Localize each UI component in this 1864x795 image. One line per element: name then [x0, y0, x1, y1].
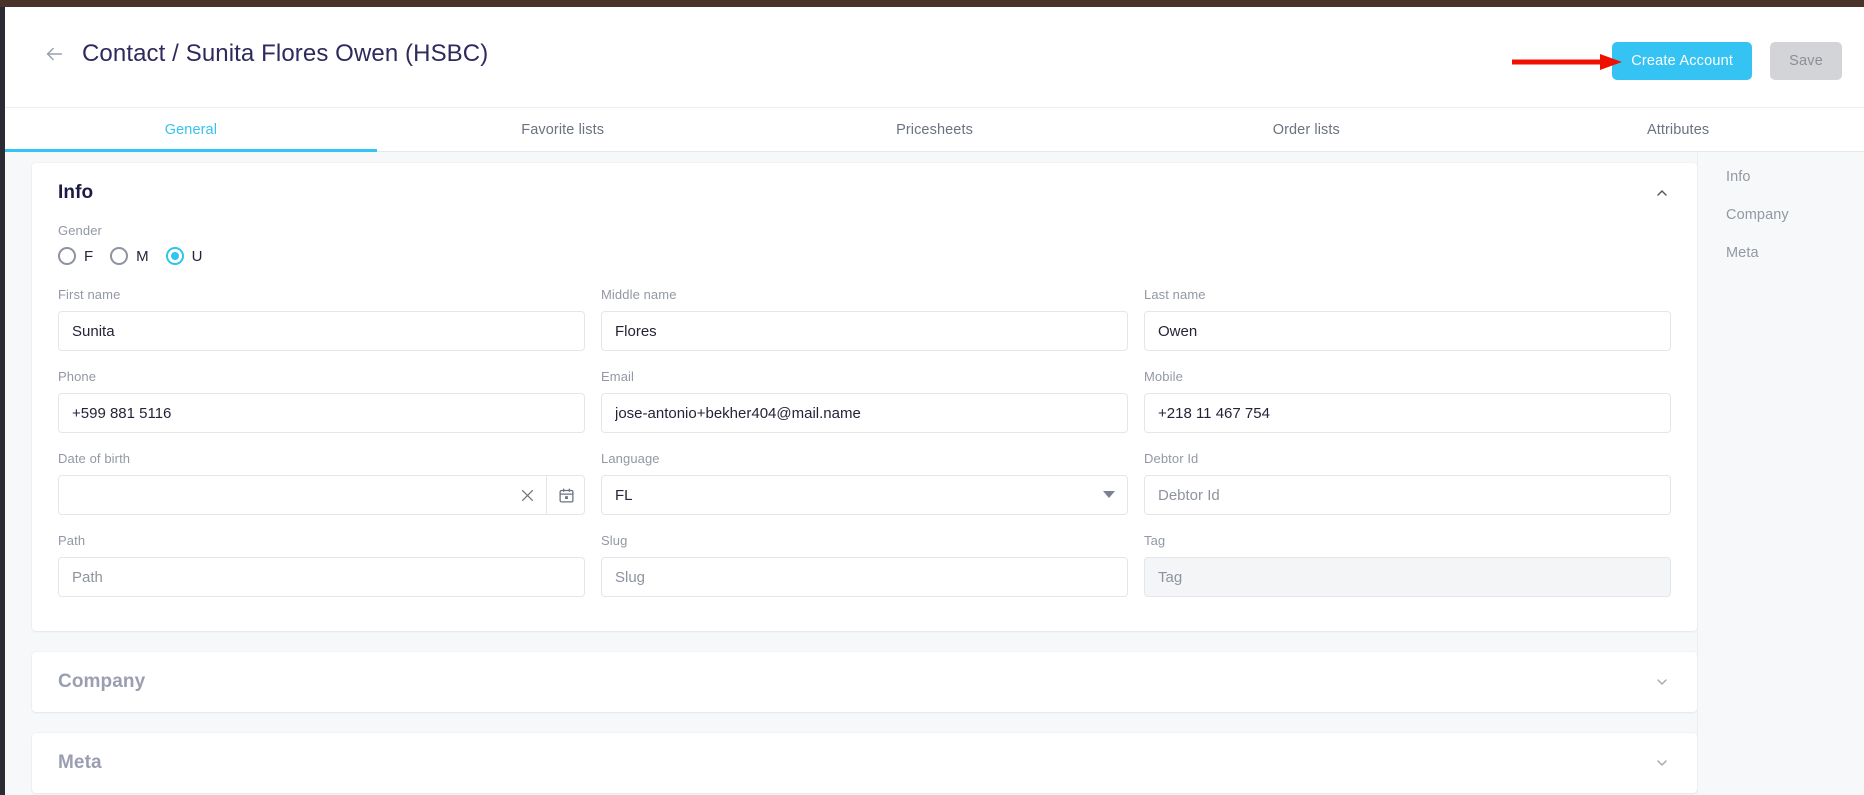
- radio-icon-u-selected[interactable]: [165, 247, 184, 265]
- debtor-id-label: Debtor Id: [1144, 451, 1199, 466]
- field-middle-name: Middle name: [601, 287, 1128, 351]
- path-input[interactable]: [58, 557, 585, 597]
- form-column: Info Gender F M U First name Sunita Midd…: [32, 163, 1697, 795]
- date-of-birth-label: Date of birth: [58, 451, 131, 466]
- tab-attributes[interactable]: Attributes: [1492, 108, 1864, 151]
- chevron-down-icon[interactable]: [1653, 754, 1671, 772]
- gender-option-f[interactable]: F: [58, 247, 93, 265]
- section-company: Company: [32, 652, 1697, 712]
- calendar-icon[interactable]: [547, 475, 585, 515]
- mobile-input[interactable]: [1144, 393, 1671, 433]
- date-of-birth-input[interactable]: [58, 475, 585, 515]
- rail-item-meta[interactable]: Meta: [1698, 234, 1864, 272]
- gender-option-m[interactable]: M: [110, 247, 149, 265]
- form-row-path-slug-tag: Path Slug Tag: [58, 533, 1671, 597]
- breadcrumb: Contact / Sunita Flores Owen (HSBC): [43, 40, 488, 68]
- tab-general[interactable]: General: [5, 108, 377, 152]
- first-name-input[interactable]: [58, 311, 585, 351]
- section-info-title: Info: [58, 182, 94, 203]
- tag-input: [1144, 557, 1671, 597]
- rail-item-info[interactable]: Info: [1698, 158, 1864, 196]
- section-company-title: Company: [58, 671, 146, 692]
- browser-top-chrome: [0, 0, 1864, 7]
- tab-pricesheets[interactable]: Pricesheets: [749, 108, 1121, 151]
- page-header: Contact / Sunita Flores Owen (HSBC) Crea…: [5, 7, 1864, 108]
- slug-input[interactable]: [601, 557, 1128, 597]
- mobile-label: Mobile: [1144, 369, 1183, 384]
- section-meta-title: Meta: [58, 752, 102, 773]
- browser-left-chrome: [0, 7, 5, 795]
- slug-label: Slug: [601, 533, 628, 548]
- save-button[interactable]: Save: [1770, 42, 1842, 80]
- field-tag: Tag: [1144, 533, 1671, 597]
- radio-icon-f[interactable]: [58, 247, 76, 265]
- section-nav-rail: Info Company Meta: [1697, 153, 1864, 795]
- field-slug: Slug: [601, 533, 1128, 597]
- form-row-dob-language-debtor: Date of birth Language FL Debtor Id Debt…: [58, 451, 1671, 515]
- gender-group: Gender F M U: [58, 223, 1671, 265]
- field-last-name: Last name: [1144, 287, 1671, 351]
- field-date-of-birth: Date of birth: [58, 451, 585, 515]
- middle-name-input[interactable]: [601, 311, 1128, 351]
- email-input[interactable]: [601, 393, 1128, 433]
- chevron-up-icon[interactable]: [1653, 184, 1671, 202]
- section-company-header[interactable]: Company: [32, 652, 1697, 712]
- field-first-name: First name: [58, 287, 585, 351]
- first-name-label: First name: [58, 287, 121, 302]
- field-debtor-id: Debtor Id: [1144, 451, 1671, 515]
- last-name-input[interactable]: [1144, 311, 1671, 351]
- tab-bar: General Favorite lists Pricesheets Order…: [5, 108, 1864, 152]
- gender-option-f-label: F: [84, 247, 94, 265]
- section-meta: Meta: [32, 733, 1697, 793]
- page-title: Contact / Sunita Flores Owen (HSBC): [82, 40, 489, 67]
- create-account-button[interactable]: Create Account: [1612, 42, 1753, 80]
- gender-option-m-label: M: [136, 247, 149, 265]
- tab-favorite-lists[interactable]: Favorite lists: [377, 108, 749, 151]
- path-label: Path: [58, 533, 86, 548]
- radio-icon-m[interactable]: [110, 247, 129, 265]
- page-content: Info Gender F M U First name Sunita Midd…: [5, 153, 1864, 795]
- phone-input[interactable]: [58, 393, 585, 433]
- section-meta-header[interactable]: Meta: [32, 733, 1697, 793]
- field-mobile: Mobile: [1144, 369, 1671, 433]
- field-language: Language: [601, 451, 1128, 515]
- email-label: Email: [601, 369, 635, 384]
- header-actions: Create Account Save: [1612, 42, 1842, 80]
- phone-label: Phone: [58, 369, 97, 384]
- tag-label: Tag: [1144, 533, 1166, 548]
- gender-option-u-label: U: [191, 247, 203, 265]
- rail-item-company[interactable]: Company: [1698, 196, 1864, 234]
- field-email: Email: [601, 369, 1128, 433]
- chevron-down-icon[interactable]: [1653, 673, 1671, 691]
- last-name-label: Last name: [1144, 287, 1206, 302]
- language-label: Language: [601, 451, 660, 466]
- tab-order-lists[interactable]: Order lists: [1120, 108, 1492, 151]
- date-of-birth-actions: [508, 475, 585, 515]
- section-info: Info Gender F M U First name Sunita Midd…: [32, 163, 1697, 631]
- close-icon[interactable]: [508, 475, 546, 515]
- gender-radio-row: F M U: [58, 247, 1671, 265]
- gender-option-u[interactable]: U: [165, 247, 203, 265]
- field-phone: Phone: [58, 369, 585, 433]
- section-info-body: Gender F M U First name Sunita Middle na…: [32, 223, 1697, 631]
- section-info-header[interactable]: Info: [32, 163, 1697, 223]
- field-path: Path: [58, 533, 585, 597]
- arrow-left-icon[interactable]: [43, 43, 65, 65]
- form-row-names: First name Middle name Las: [58, 287, 1671, 351]
- annotation-arrow-icon: [1512, 54, 1622, 70]
- gender-label: Gender: [58, 223, 102, 238]
- contact-detail-page: Contact / Sunita Flores Owen (HSBC) Crea…: [0, 0, 1864, 795]
- debtor-id-input[interactable]: [1144, 475, 1671, 515]
- form-row-contact: Phone Email Mobile: [58, 369, 1671, 433]
- language-select[interactable]: [601, 475, 1128, 515]
- middle-name-label: Middle name: [601, 287, 677, 302]
